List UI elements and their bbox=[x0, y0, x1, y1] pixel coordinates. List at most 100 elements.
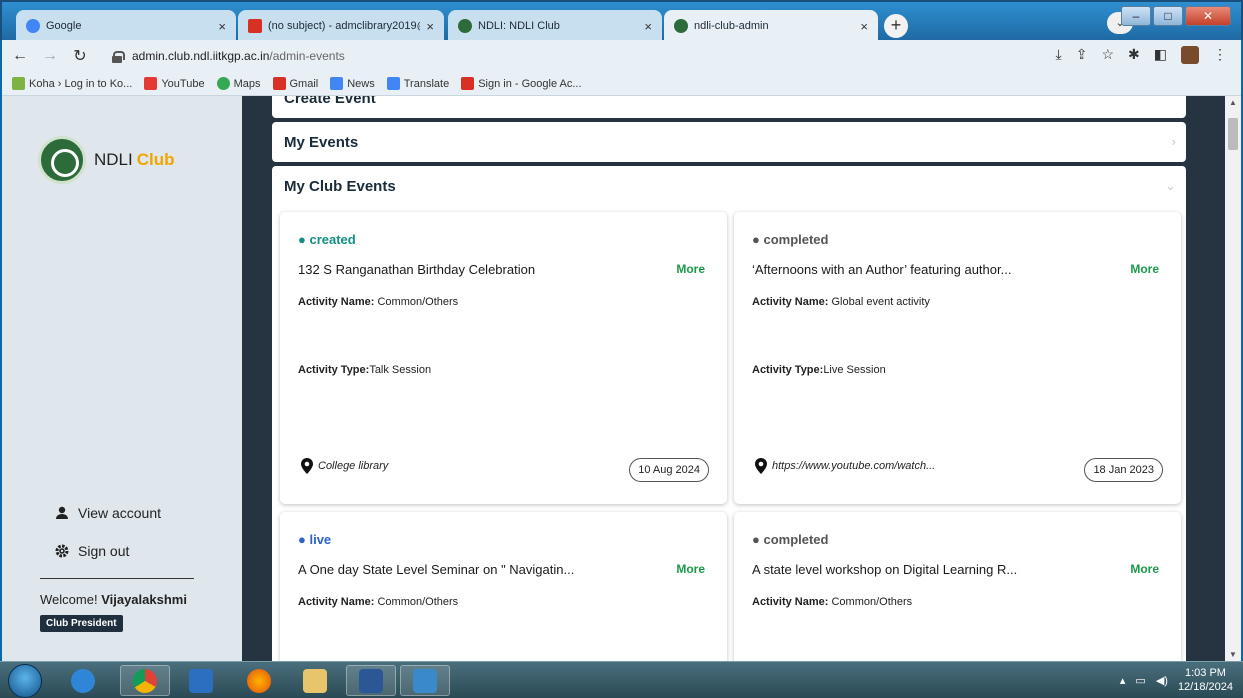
event-card: ● created 132 S Ranganathan Birthday Cel… bbox=[280, 212, 727, 504]
extensions-icon[interactable]: ✱ bbox=[1128, 46, 1140, 64]
bookmark-gmail[interactable]: Gmail bbox=[272, 77, 319, 90]
brand-logo[interactable]: NDLI Club bbox=[38, 136, 175, 184]
scroll-up-icon[interactable]: ▲ bbox=[1225, 98, 1241, 107]
tab-ndli-club[interactable]: NDLI: NDLI Club × bbox=[448, 10, 662, 42]
more-link[interactable]: More bbox=[676, 262, 705, 276]
activity-name: Activity Name: Common/Others bbox=[298, 296, 458, 308]
taskbar-media[interactable] bbox=[176, 665, 226, 696]
maps-icon bbox=[216, 77, 230, 90]
toolbar-icons: ⤓ ⇪ ☆ ✱ ◧ ⋮ bbox=[1056, 46, 1227, 64]
new-tab-button[interactable]: + bbox=[884, 14, 908, 38]
taskbar-firefox[interactable] bbox=[234, 665, 284, 696]
tray-expand-icon[interactable]: ▴ bbox=[1120, 674, 1126, 687]
tab-gmail[interactable]: (no subject) - admclibrary2019@ × bbox=[238, 10, 444, 42]
status-text: created bbox=[309, 232, 356, 247]
maximize-button[interactable]: □ bbox=[1153, 6, 1183, 26]
tab-title: (no subject) - admclibrary2019@ bbox=[268, 20, 421, 32]
youtube-icon bbox=[144, 77, 158, 90]
ndli-logo-icon bbox=[38, 136, 86, 184]
welcome-prefix: Welcome! bbox=[40, 592, 98, 607]
reload-button[interactable]: ↻ bbox=[68, 46, 92, 66]
close-icon[interactable]: × bbox=[644, 19, 652, 34]
star-icon[interactable]: ☆ bbox=[1101, 46, 1114, 64]
chevron-right-icon: › bbox=[1171, 134, 1176, 149]
gear-icon bbox=[55, 544, 69, 558]
close-icon[interactable]: × bbox=[860, 19, 868, 34]
bookmark-google-signin[interactable]: Sign in - Google Ac... bbox=[461, 77, 582, 90]
my-club-events-header[interactable]: My Club Events bbox=[272, 166, 1186, 195]
activity-type: Activity Type:Talk Session bbox=[298, 364, 431, 376]
bookmark-label: Gmail bbox=[289, 77, 319, 90]
bookmark-maps[interactable]: Maps bbox=[216, 77, 261, 90]
activity-name-label: Activity Name: bbox=[752, 296, 829, 308]
network-icon[interactable]: ▭ bbox=[1135, 674, 1145, 687]
bookmark-koha[interactable]: Koha › Log in to Ko... bbox=[12, 77, 132, 90]
event-location: https://www.youtube.com/watch... bbox=[754, 458, 935, 474]
volume-icon[interactable]: ◀) bbox=[1156, 674, 1168, 687]
menu-icon[interactable]: ⋮ bbox=[1213, 46, 1227, 64]
activity-name-value: Common/Others bbox=[377, 596, 459, 608]
taskbar-explorer[interactable] bbox=[290, 665, 340, 696]
activity-type: Activity Type:Live Session bbox=[752, 364, 886, 376]
system-tray: ▴ ▭ ◀) 1:03 PM 12/18/2024 bbox=[1120, 666, 1233, 694]
close-icon[interactable]: × bbox=[426, 19, 434, 34]
status-text: live bbox=[309, 532, 332, 547]
koha-icon bbox=[12, 77, 25, 90]
my-events-panel[interactable]: My Events › bbox=[272, 122, 1186, 162]
activity-name-label: Activity Name: bbox=[752, 596, 829, 608]
system-clock[interactable]: 1:03 PM 12/18/2024 bbox=[1178, 666, 1233, 694]
image-viewer-icon bbox=[413, 668, 437, 693]
side-panel-icon[interactable]: ◧ bbox=[1154, 46, 1167, 64]
activity-type-value: Talk Session bbox=[369, 364, 432, 376]
status-badge: ● completed bbox=[752, 532, 829, 547]
chevron-down-icon: ⌄ bbox=[1165, 178, 1176, 193]
more-link[interactable]: More bbox=[1130, 262, 1159, 276]
share-icon[interactable]: ⇪ bbox=[1076, 46, 1088, 64]
scroll-down-icon[interactable]: ▼ bbox=[1225, 650, 1241, 659]
start-button[interactable] bbox=[8, 664, 42, 698]
my-club-events-panel: My Club Events ⌄ ● created 132 S Rangana… bbox=[272, 166, 1186, 661]
create-event-panel[interactable]: Create Event bbox=[272, 96, 1186, 118]
view-account-link[interactable]: View account bbox=[54, 505, 161, 521]
taskbar-ie[interactable] bbox=[58, 665, 108, 696]
location-pin-icon bbox=[755, 458, 767, 474]
status-badge: ● live bbox=[298, 532, 332, 547]
status-badge: ● completed bbox=[752, 232, 829, 247]
sidebar: NDLI Club View account Sign out Welcome! … bbox=[2, 96, 242, 661]
tab-ndli-club-admin[interactable]: ndli-club-admin × bbox=[664, 10, 878, 42]
sidebar-divider bbox=[40, 578, 194, 579]
translate-icon bbox=[386, 77, 400, 90]
install-icon[interactable]: ⤓ bbox=[1056, 46, 1062, 64]
internet-explorer-icon bbox=[71, 668, 95, 693]
close-window-button[interactable]: ✕ bbox=[1185, 6, 1231, 26]
scrollbar-thumb[interactable] bbox=[1228, 118, 1238, 150]
forward-button[interactable]: → bbox=[38, 47, 62, 65]
status-text: completed bbox=[763, 232, 829, 247]
browser-tab-strip: Google × (no subject) - admclibrary2019@… bbox=[0, 0, 1243, 42]
event-card: ● completed A state level workshop on Di… bbox=[734, 512, 1181, 661]
more-link[interactable]: More bbox=[676, 562, 705, 576]
brand-name: NDLI Club bbox=[94, 150, 175, 170]
minimize-button[interactable]: – bbox=[1121, 6, 1151, 26]
profile-avatar[interactable] bbox=[1181, 46, 1199, 64]
activity-type-value: Live Session bbox=[823, 364, 886, 376]
close-icon[interactable]: × bbox=[218, 19, 226, 34]
activity-name-value: Common/Others bbox=[377, 296, 459, 308]
bookmark-translate[interactable]: Translate bbox=[386, 77, 449, 90]
tab-google[interactable]: Google × bbox=[16, 10, 236, 42]
address-bar[interactable]: admin.club.ndl.iitkgp.ac.in/admin-events bbox=[112, 44, 1002, 68]
taskbar-word[interactable] bbox=[346, 665, 396, 696]
more-link[interactable]: More bbox=[1130, 562, 1159, 576]
bookmark-label: Maps bbox=[233, 77, 261, 90]
my-events-header: My Events bbox=[284, 134, 359, 151]
url-text: admin.club.ndl.iitkgp.ac.in/admin-events bbox=[132, 49, 345, 63]
gmail-icon bbox=[272, 77, 286, 90]
activity-name-label: Activity Name: bbox=[298, 596, 375, 608]
back-button[interactable]: ← bbox=[8, 47, 32, 65]
bookmark-youtube[interactable]: YouTube bbox=[144, 77, 205, 90]
bookmark-news[interactable]: News bbox=[330, 77, 375, 90]
taskbar-chrome[interactable] bbox=[120, 665, 170, 696]
page-scrollbar[interactable]: ▲ ▼ bbox=[1225, 96, 1241, 661]
taskbar-image-viewer[interactable] bbox=[400, 665, 450, 696]
sign-out-link[interactable]: Sign out bbox=[54, 543, 129, 559]
